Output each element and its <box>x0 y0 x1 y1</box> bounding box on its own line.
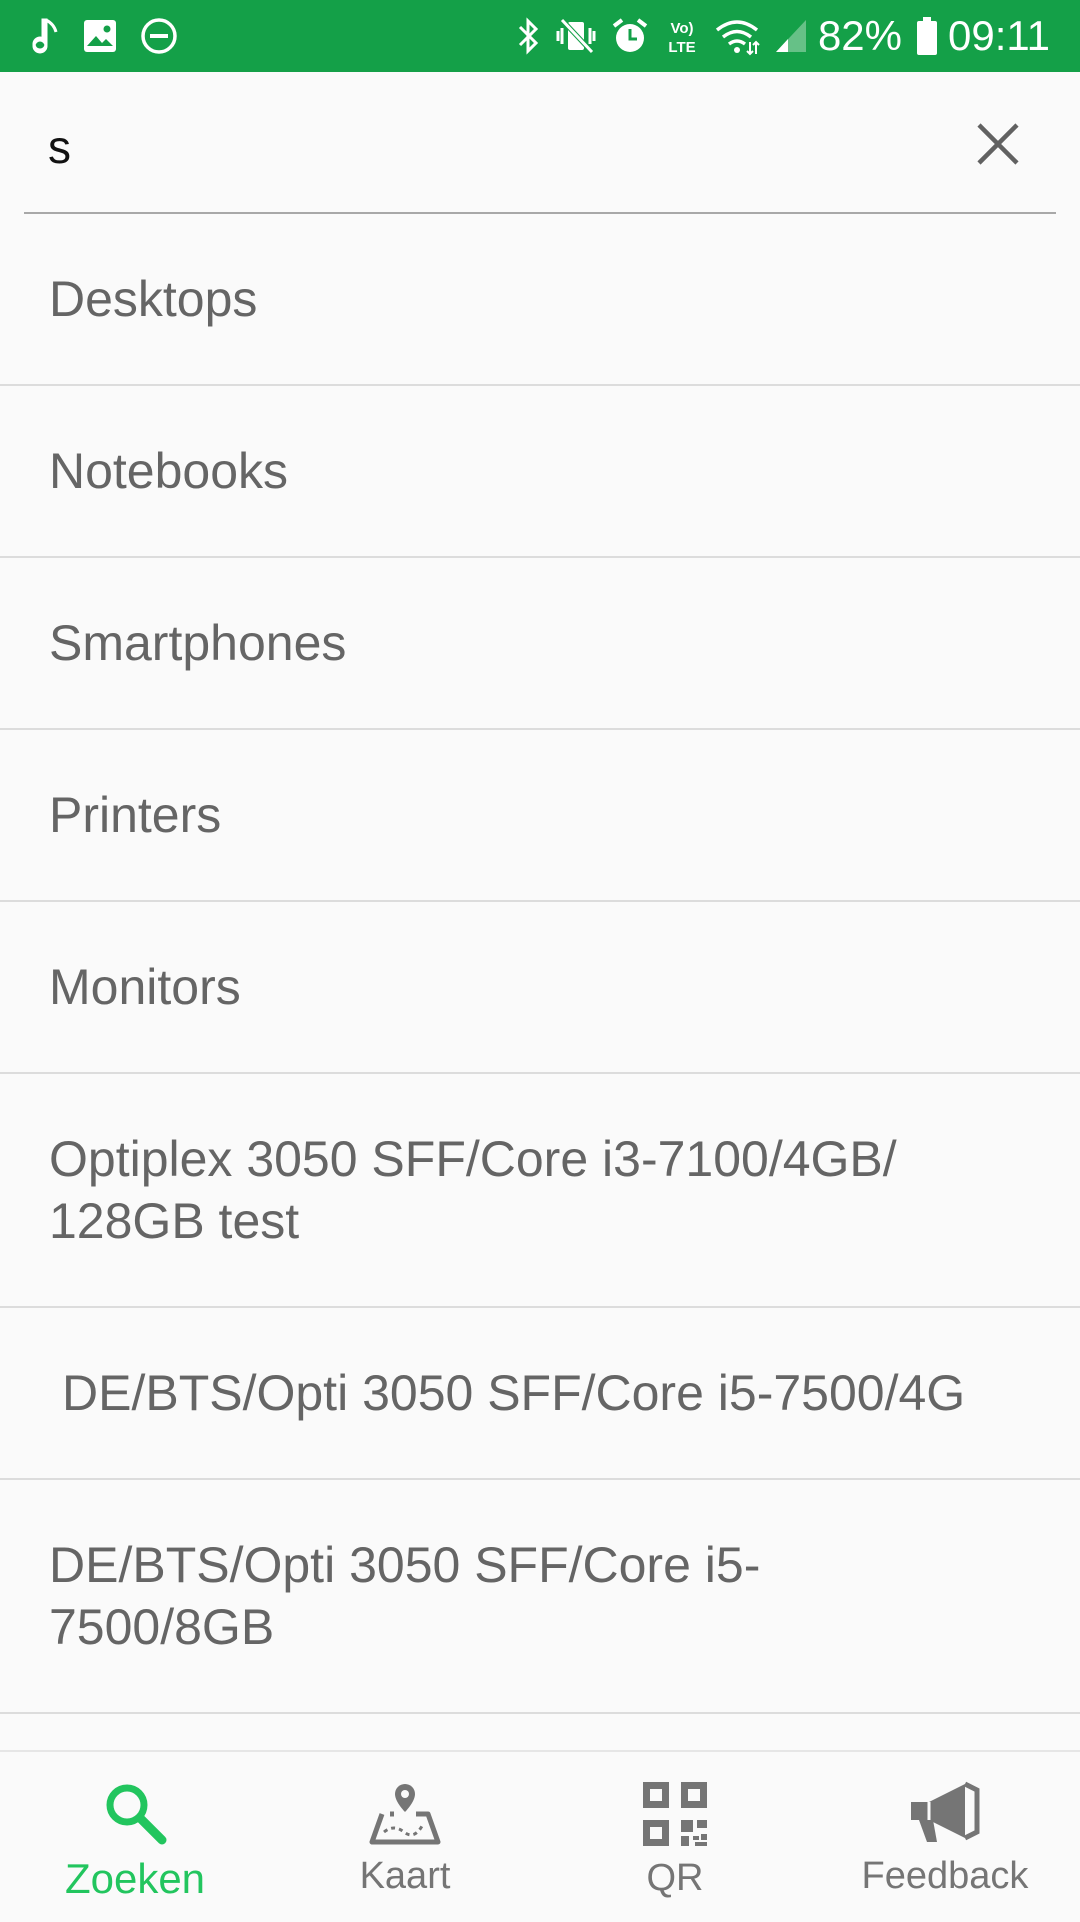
result-label: Optiplex 3050 SFF/Core i3-7100/4GB/ 128G… <box>49 1131 897 1249</box>
result-item-opti-i5-4g[interactable]: DE/BTS/Opti 3050 SFF/Core i5-7500/4G <box>0 1308 1080 1480</box>
signal-icon <box>774 18 808 54</box>
battery-icon <box>916 16 938 56</box>
tab-zoeken[interactable]: Zoeken <box>0 1752 270 1922</box>
tab-label: Kaart <box>359 1855 451 1897</box>
status-bar-right: Vo) LTE 82% 09:11 <box>502 12 1050 60</box>
result-item-desktops[interactable]: Desktops <box>0 214 1080 386</box>
bluetooth-icon <box>516 16 542 56</box>
result-item-optiplex-i3[interactable]: Optiplex 3050 SFF/Core i3-7100/4GB/ 128G… <box>0 1074 1080 1308</box>
result-label: Monitors <box>49 959 241 1015</box>
tab-feedback[interactable]: Feedback <box>810 1752 1080 1922</box>
result-item-smartphones[interactable]: Smartphones <box>0 558 1080 730</box>
clear-search-button[interactable] <box>970 118 1026 174</box>
result-item-notebooks[interactable]: Notebooks <box>0 386 1080 558</box>
tab-label: QR <box>646 1857 704 1899</box>
search-input[interactable] <box>48 112 948 182</box>
search-bar <box>24 72 1056 214</box>
megaphone-icon <box>907 1780 983 1851</box>
clock: 09:11 <box>948 12 1050 59</box>
svg-text:LTE: LTE <box>668 39 695 56</box>
tab-label: Feedback <box>861 1855 1029 1897</box>
alarm-icon <box>610 16 650 56</box>
result-label: Printers <box>49 787 222 843</box>
result-label: DE/BTS/Opti 3050 SFF/Core i5-7500/4G <box>62 1365 966 1421</box>
battery-percent: 82% <box>817 12 902 59</box>
result-item-printers[interactable]: Printers <box>0 730 1080 902</box>
result-item-monitors[interactable]: Monitors <box>0 902 1080 1074</box>
search-icon <box>102 1780 168 1851</box>
vibrate-icon <box>556 16 596 56</box>
result-label: DE/BTS/Opti 3050 SFF/Core i5-7500/8GB <box>49 1537 761 1655</box>
tab-kaart[interactable]: Kaart <box>270 1752 540 1922</box>
svg-text:Vo): Vo) <box>670 20 693 37</box>
result-label: Desktops <box>49 271 258 327</box>
tab-label: Zoeken <box>64 1855 206 1902</box>
qr-code-icon <box>641 1780 709 1853</box>
result-label: Notebooks <box>49 443 289 499</box>
close-icon <box>976 122 1020 171</box>
result-item-opti-i5-8gb[interactable]: DE/BTS/Opti 3050 SFF/Core i5-7500/8GB <box>0 1480 1080 1714</box>
do-not-disturb-icon <box>140 17 178 55</box>
result-label: Smartphones <box>49 615 347 671</box>
volte-icon: Vo) LTE <box>664 16 700 56</box>
map-icon <box>368 1780 442 1851</box>
search-results-list: Desktops Notebooks Smartphones Printers … <box>0 214 1080 1714</box>
image-icon <box>82 18 118 54</box>
wifi-icon <box>714 16 760 56</box>
status-bar: Vo) LTE 82% 09:11 <box>0 0 1080 72</box>
music-note-icon <box>32 16 60 56</box>
bottom-navigation: Zoeken Kaart QR Feedback <box>0 1750 1080 1922</box>
status-bar-left <box>32 16 200 56</box>
tab-qr[interactable]: QR <box>540 1752 810 1922</box>
